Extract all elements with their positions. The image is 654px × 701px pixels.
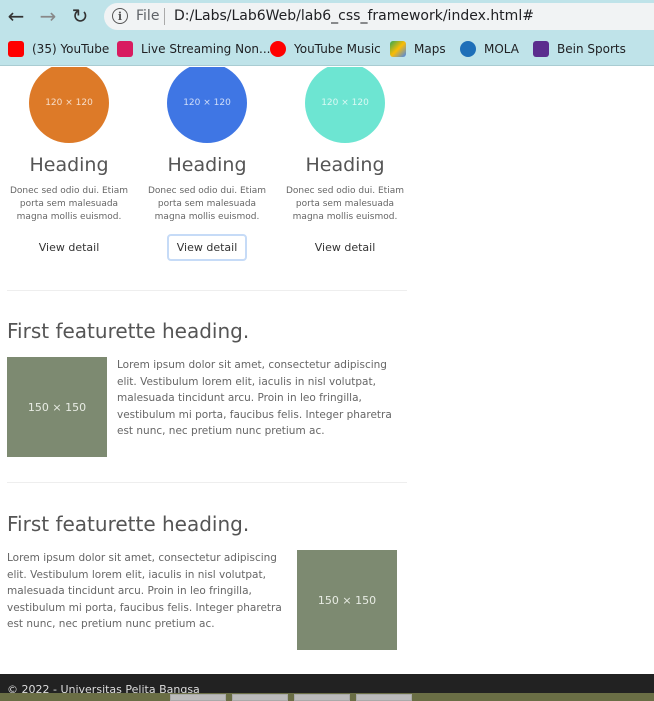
placeholder-circle-image: 120 × 120 — [167, 67, 247, 143]
featurette-divider — [7, 482, 407, 483]
omnibox-divider — [164, 8, 165, 25]
marketing-column: 120 × 120 Heading Donec sed odio dui. Et… — [283, 67, 407, 261]
featurette-heading: First featurette heading. — [7, 512, 250, 536]
bookmark-youtube[interactable]: (35) YouTube — [8, 40, 109, 58]
featurette-divider — [7, 290, 407, 291]
bookmark-live-streaming[interactable]: Live Streaming Non... — [117, 40, 270, 58]
placeholder-circle-image: 120 × 120 — [305, 67, 385, 143]
placeholder-circle-image: 120 × 120 — [29, 67, 109, 143]
live-streaming-icon — [117, 41, 133, 57]
bein-sports-icon — [533, 41, 549, 57]
marketing-column: 120 × 120 Heading Donec sed odio dui. Et… — [7, 67, 131, 261]
reload-icon[interactable]: ↻ — [68, 4, 92, 28]
address-bar[interactable]: i File D:/Labs/Lab6Web/lab6_css_framewor… — [104, 3, 654, 30]
taskbar-app-icon[interactable] — [356, 694, 412, 701]
forward-arrow-icon[interactable]: → — [36, 4, 60, 28]
column-heading: Heading — [167, 154, 247, 176]
bookmarks-bar: (35) YouTube Live Streaming Non... YouTu… — [0, 33, 654, 66]
featurette-placeholder-image: 150 × 150 — [7, 357, 107, 457]
marketing-column: 120 × 120 Heading Donec sed odio dui. Et… — [145, 67, 269, 261]
bookmark-mola[interactable]: MOLA — [460, 40, 519, 58]
featurette-placeholder-image: 150 × 150 — [297, 550, 397, 650]
scheme-label: File — [136, 8, 160, 24]
bookmark-label: MOLA — [484, 42, 519, 56]
view-detail-button[interactable]: View detail — [166, 234, 248, 261]
featurette-text: Lorem ipsum dolor sit amet, consectetur … — [117, 359, 392, 437]
mola-icon — [460, 41, 476, 57]
bookmark-maps[interactable]: Maps — [390, 40, 446, 58]
bookmark-label: Bein Sports — [557, 42, 626, 56]
url-text[interactable]: D:/Labs/Lab6Web/lab6_css_framework/index… — [174, 8, 534, 24]
view-detail-button[interactable]: View detail — [29, 234, 110, 261]
bookmark-label: Maps — [414, 42, 446, 56]
bookmark-bein-sports[interactable]: Bein Sports — [533, 40, 626, 58]
column-heading: Heading — [305, 154, 385, 176]
taskbar-app-icon[interactable] — [294, 694, 350, 701]
column-text: Donec sed odio dui. Etiam porta sem male… — [9, 186, 128, 222]
column-heading: Heading — [29, 154, 109, 176]
browser-toolbar: ← → ↻ i File D:/Labs/Lab6Web/lab6_css_fr… — [0, 0, 654, 33]
column-text: Donec sed odio dui. Etiam porta sem male… — [147, 186, 266, 222]
taskbar — [0, 693, 654, 701]
featurette-text: Lorem ipsum dolor sit amet, consectetur … — [7, 552, 282, 630]
youtube-icon — [8, 41, 24, 57]
view-detail-button[interactable]: View detail — [305, 234, 386, 261]
bookmark-label: Live Streaming Non... — [141, 42, 271, 56]
info-icon[interactable]: i — [112, 8, 128, 24]
featurette-heading: First featurette heading. — [7, 319, 250, 343]
maps-icon — [390, 41, 406, 57]
bookmark-youtube-music[interactable]: YouTube Music — [270, 40, 381, 58]
footer: © 2022 - Universitas Pelita Bangsa — [0, 674, 654, 694]
taskbar-app-icon[interactable] — [170, 694, 226, 701]
page-content: 120 × 120 Heading Donec sed odio dui. Et… — [0, 67, 654, 674]
back-arrow-icon[interactable]: ← — [4, 4, 28, 28]
column-text: Donec sed odio dui. Etiam porta sem male… — [285, 186, 404, 222]
bookmark-label: (35) YouTube — [32, 42, 110, 56]
youtube-music-icon — [270, 41, 286, 57]
bookmark-label: YouTube Music — [294, 42, 381, 56]
taskbar-app-icon[interactable] — [232, 694, 288, 701]
